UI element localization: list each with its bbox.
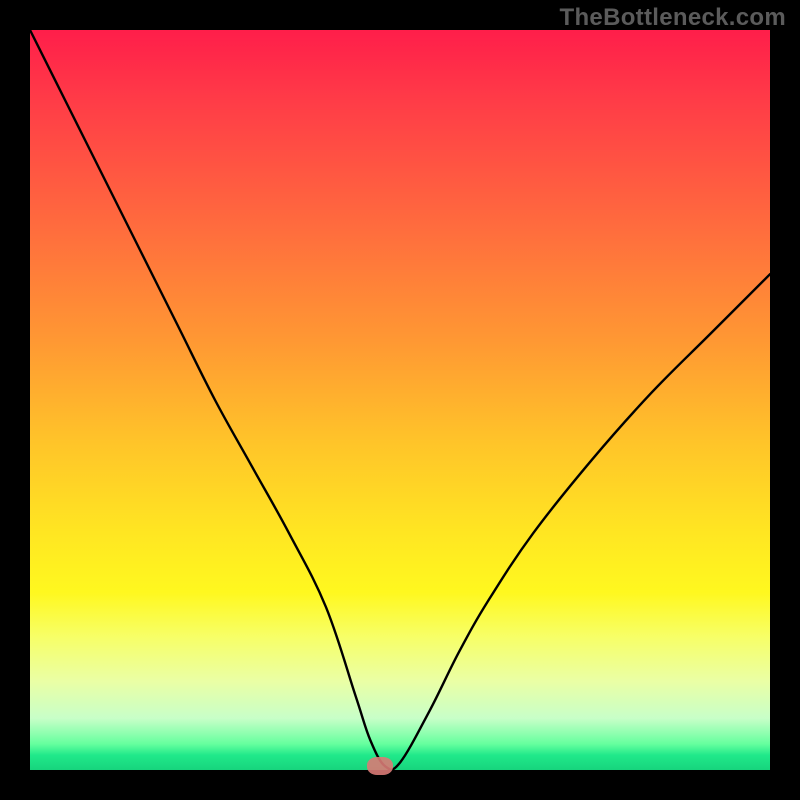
optimal-point-marker bbox=[367, 757, 393, 775]
bottleneck-curve bbox=[30, 30, 770, 770]
plot-area bbox=[30, 30, 770, 770]
watermark-text: TheBottleneck.com bbox=[560, 4, 786, 32]
chart-container: TheBottleneck.com bbox=[0, 0, 800, 800]
curve-path bbox=[30, 30, 770, 770]
